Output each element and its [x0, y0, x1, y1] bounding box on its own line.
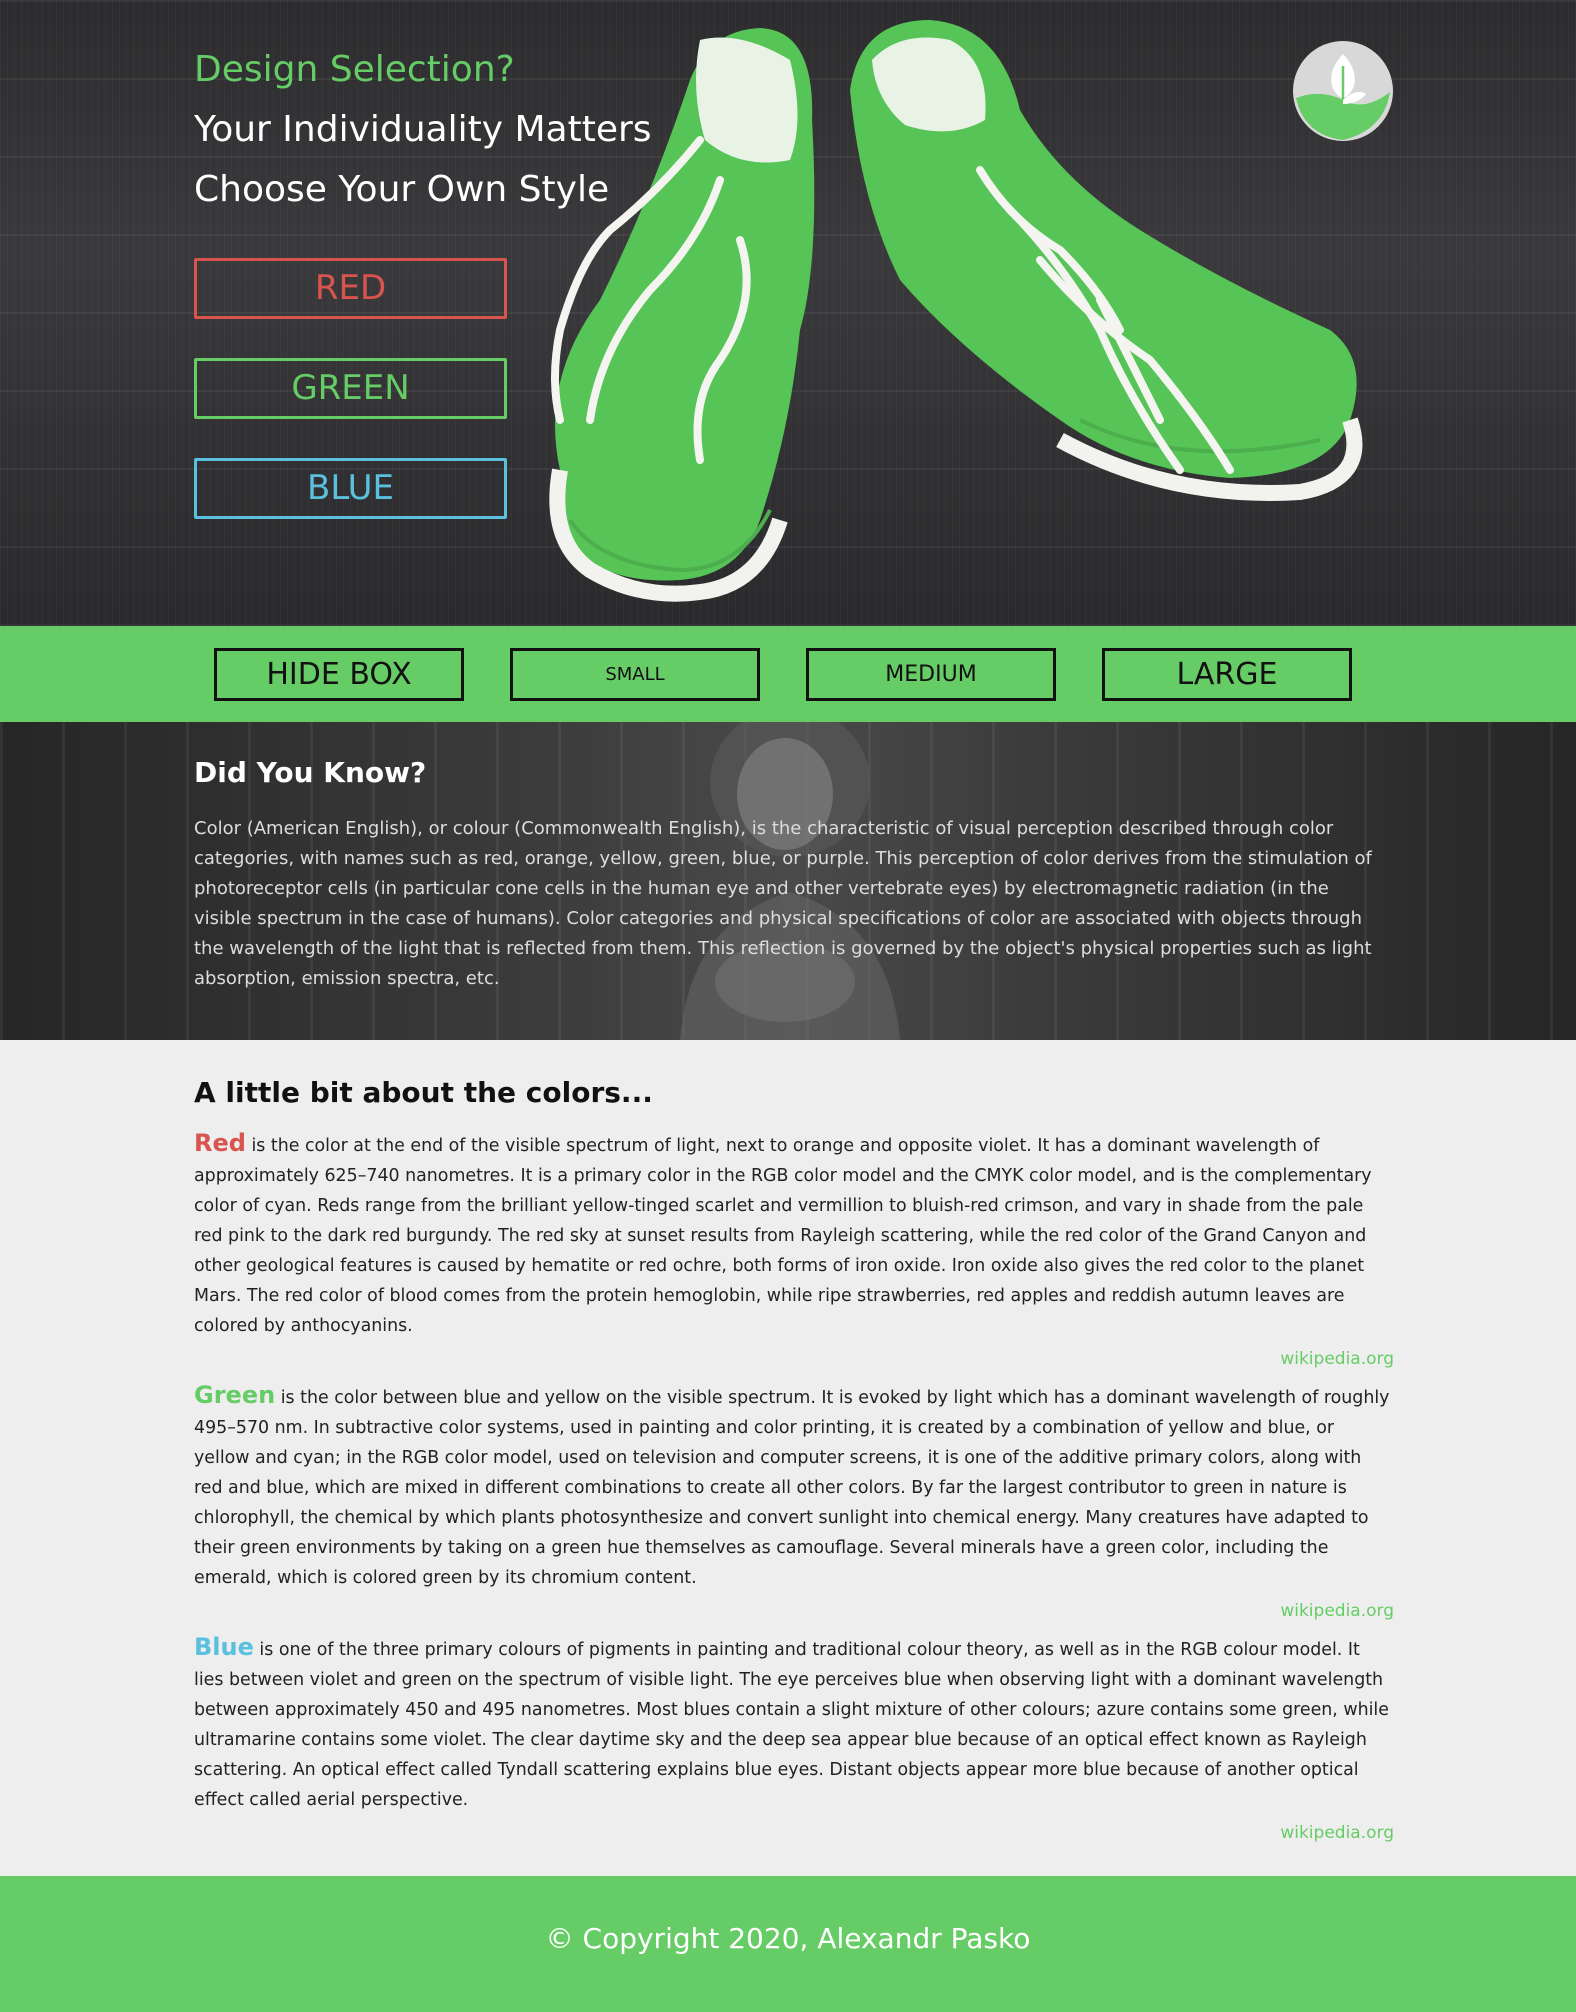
did-you-know-section: Did You Know? Color (American English), …	[0, 722, 1576, 1040]
green-text: is the color between blue and yellow on …	[194, 1388, 1390, 1588]
hero-section: Design Selection? Your Individuality Mat…	[0, 0, 1576, 626]
medium-button[interactable]: MEDIUM	[806, 648, 1056, 701]
blue-text: is one of the three primary colours of p…	[194, 1640, 1389, 1810]
size-toolbar: HIDE BOX SMALL MEDIUM LARGE	[0, 626, 1576, 722]
leaf-logo-icon	[1293, 41, 1393, 141]
colors-info-section: A little bit about the colors... Red is …	[0, 1040, 1576, 1876]
green-info-block: Green is the color between blue and yell…	[194, 1380, 1394, 1623]
large-button[interactable]: LARGE	[1102, 648, 1352, 701]
footer: © Copyright 2020, Alexandr Pasko	[0, 1876, 1576, 2012]
copyright-text: © Copyright 2020, Alexandr Pasko	[545, 1922, 1031, 1955]
green-source-link[interactable]: wikipedia.org	[194, 1599, 1394, 1623]
blue-source-link[interactable]: wikipedia.org	[194, 1821, 1394, 1845]
blue-description: Blue is one of the three primary colours…	[194, 1632, 1394, 1815]
small-button[interactable]: SMALL	[510, 648, 760, 701]
red-info-block: Red is the color at the end of the visib…	[194, 1128, 1394, 1371]
red-source-link[interactable]: wikipedia.org	[194, 1347, 1394, 1371]
blue-button[interactable]: BLUE	[194, 458, 507, 519]
red-description: Red is the color at the end of the visib…	[194, 1128, 1394, 1341]
hero-line-design-selection: Design Selection?	[194, 49, 515, 90]
hero-heading-group: Design Selection? Your Individuality Mat…	[194, 40, 652, 220]
hero-line-individuality: Your Individuality Matters	[194, 109, 652, 150]
red-text: is the color at the end of the visible s…	[194, 1136, 1372, 1336]
blue-heading: Blue	[194, 1633, 254, 1661]
did-you-know-text: Color (American English), or colour (Com…	[194, 818, 1372, 989]
green-heading: Green	[194, 1381, 276, 1409]
green-description: Green is the color between blue and yell…	[194, 1380, 1394, 1593]
hide-box-button[interactable]: HIDE BOX	[214, 648, 464, 701]
green-button[interactable]: GREEN	[194, 358, 507, 419]
did-you-know-title: Did You Know?	[194, 756, 427, 789]
hero-line-choose-style: Choose Your Own Style	[194, 169, 610, 210]
colors-section-title: A little bit about the colors...	[194, 1076, 653, 1109]
red-button[interactable]: RED	[194, 258, 507, 319]
blue-info-block: Blue is one of the three primary colours…	[194, 1632, 1394, 1845]
red-heading: Red	[194, 1129, 246, 1157]
